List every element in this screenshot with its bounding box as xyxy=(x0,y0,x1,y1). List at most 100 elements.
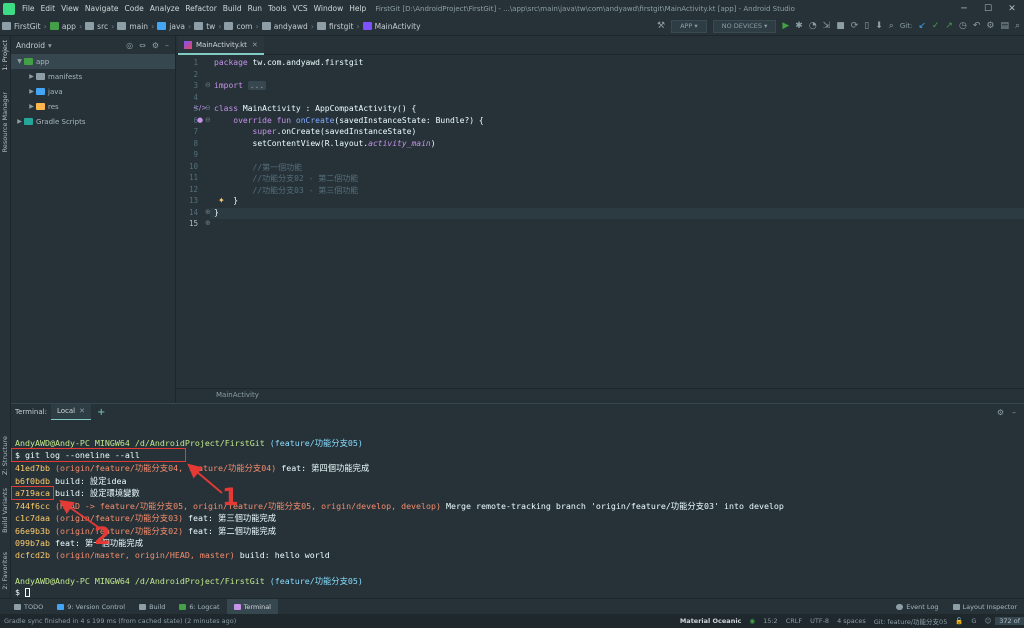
collapse-all-icon[interactable]: ⇔ xyxy=(139,41,146,50)
event-log-button[interactable]: Event Log xyxy=(889,599,945,615)
menu-view[interactable]: View xyxy=(58,4,82,13)
git-push-icon[interactable]: ↗ xyxy=(945,21,953,31)
breadcrumb-firstgit[interactable]: firstgit xyxy=(315,22,355,31)
search-everywhere-icon[interactable]: ⌕ xyxy=(1015,21,1020,31)
build-variants-button[interactable]: Build Variants xyxy=(1,488,9,533)
tab-mainactivity[interactable]: MainActivity.kt ✕ xyxy=(178,36,264,55)
avd-manager-icon[interactable]: ▯ xyxy=(864,21,869,31)
menu-tools[interactable]: Tools xyxy=(265,4,289,13)
todo-button[interactable]: TODO xyxy=(0,599,50,615)
hide-icon[interactable]: – xyxy=(1012,408,1024,417)
breadcrumb-main[interactable]: main xyxy=(115,22,150,31)
menu-edit[interactable]: Edit xyxy=(38,4,59,13)
expand-arrow-icon[interactable]: ▼ xyxy=(15,58,24,65)
build-button[interactable]: Build xyxy=(132,599,172,615)
tree-item-res[interactable]: ▶ res xyxy=(11,99,175,114)
memory-indicator[interactable]: 372 of xyxy=(995,617,1024,625)
project-tool-button[interactable]: 1: Project xyxy=(1,40,9,71)
editor-breadcrumb[interactable]: MainActivity xyxy=(216,391,259,399)
file-encoding[interactable]: UTF-8 xyxy=(806,617,833,625)
layout-inspector-button[interactable]: Layout Inspector xyxy=(946,599,1024,615)
lightbulb-icon[interactable]: ✦ xyxy=(218,196,225,205)
menu-navigate[interactable]: Navigate xyxy=(82,4,122,13)
breadcrumb-com[interactable]: com xyxy=(222,22,254,31)
close-tab-icon[interactable]: ✕ xyxy=(79,407,85,415)
menu-help[interactable]: Help xyxy=(346,4,369,13)
run-icon[interactable]: ▶ xyxy=(782,21,789,31)
breadcrumb-src[interactable]: src xyxy=(83,22,110,31)
favorites-button[interactable]: 2: Favorites xyxy=(1,552,9,590)
terminal-output[interactable]: AndyAWD@Andy-PC MINGW64 /d/AndroidProjec… xyxy=(11,420,1024,598)
breadcrumb-java[interactable]: java xyxy=(155,22,187,31)
hammer-icon[interactable]: ⚒ xyxy=(657,21,665,31)
locate-icon[interactable]: ◎ xyxy=(126,41,133,50)
breadcrumb-app[interactable]: app xyxy=(48,22,78,31)
git-update-icon[interactable]: ↙ xyxy=(918,21,926,31)
search-icon[interactable]: ⌕ xyxy=(889,21,894,31)
terminal-button[interactable]: Terminal xyxy=(226,598,278,615)
gear-icon[interactable]: ⚙ xyxy=(997,408,1012,417)
close-icon[interactable]: ✕ xyxy=(1000,4,1024,14)
terminal-input-line[interactable]: $ xyxy=(15,587,30,597)
logcat-button[interactable]: 6: Logcat xyxy=(172,599,226,615)
gear-icon[interactable]: ⚙ xyxy=(152,41,159,50)
breadcrumb-project[interactable]: FirstGit xyxy=(0,22,43,31)
minimize-icon[interactable]: ─ xyxy=(952,4,976,14)
menu-file[interactable]: File xyxy=(19,4,38,13)
override-icon[interactable]: ● xyxy=(197,116,203,124)
indent-setting[interactable]: 4 spaces xyxy=(833,617,870,625)
menu-window[interactable]: Window xyxy=(311,4,347,13)
menu-build[interactable]: Build xyxy=(220,4,245,13)
collapse-arrow-icon[interactable]: ▶ xyxy=(27,73,36,80)
prompt-branch: (feature/功能分支05) xyxy=(264,438,363,448)
hide-icon[interactable]: – xyxy=(165,41,169,50)
git-history-icon[interactable]: ◷ xyxy=(959,21,967,31)
caret-position[interactable]: 15:2 xyxy=(759,617,782,625)
profile-icon[interactable]: ◔ xyxy=(809,21,817,31)
close-tab-icon[interactable]: ✕ xyxy=(252,41,258,49)
breadcrumb-andyawd[interactable]: andyawd xyxy=(260,22,310,31)
resource-manager-button[interactable]: Resource Manager xyxy=(1,92,9,152)
stop-icon[interactable]: ■ xyxy=(836,21,845,31)
device-dropdown[interactable]: NO DEVICES ▾ xyxy=(712,19,777,33)
tree-item-gradle-scripts[interactable]: ▶ Gradle Scripts xyxy=(11,114,175,129)
tree-item-manifests[interactable]: ▶ manifests xyxy=(11,69,175,84)
git-commit-icon[interactable]: ✓ xyxy=(932,21,940,31)
menu-run[interactable]: Run xyxy=(245,4,265,13)
collapse-arrow-icon[interactable]: ▶ xyxy=(15,118,24,125)
debug-icon[interactable]: ✱ xyxy=(795,21,803,31)
menu-code[interactable]: Code xyxy=(122,4,147,13)
attach-debugger-icon[interactable]: ⇲ xyxy=(823,21,831,31)
git-rollback-icon[interactable]: ↶ xyxy=(973,21,981,31)
tree-item-app[interactable]: ▼ app xyxy=(11,54,175,69)
collapse-arrow-icon[interactable]: ▶ xyxy=(27,88,36,95)
chevron-down-icon[interactable]: ▾ xyxy=(48,41,52,50)
status-message[interactable]: Gradle sync finished in 4 s 199 ms (from… xyxy=(0,617,676,625)
sdk-manager-icon[interactable]: ⬇ xyxy=(875,21,883,31)
theme-indicator[interactable]: Material Oceanic xyxy=(676,617,746,625)
menu-analyze[interactable]: Analyze xyxy=(147,4,183,13)
tree-item-java[interactable]: ▶ java xyxy=(11,84,175,99)
maximize-icon[interactable]: ☐ xyxy=(976,4,1000,14)
lock-icon[interactable]: 🔓 xyxy=(951,617,967,625)
gear-icon[interactable]: ⚙ xyxy=(986,21,994,31)
menu-vcs[interactable]: VCS xyxy=(289,4,310,13)
run-config-dropdown[interactable]: APP ▾ xyxy=(671,19,707,33)
sync-icon[interactable]: ⟳ xyxy=(851,21,859,31)
structure-button[interactable]: Z: Structure xyxy=(1,436,9,475)
folded-imports[interactable]: ... xyxy=(247,81,267,90)
breadcrumb-tw[interactable]: tw xyxy=(192,22,217,31)
collapse-arrow-icon[interactable]: ▶ xyxy=(27,103,36,110)
version-control-button[interactable]: 9: Version Control xyxy=(50,599,132,615)
google-icon[interactable]: G xyxy=(967,617,980,625)
new-terminal-icon[interactable]: + xyxy=(97,407,105,418)
breadcrumb-mainactivity[interactable]: MainActivity xyxy=(361,22,423,31)
menu-refactor[interactable]: Refactor xyxy=(182,4,219,13)
git-branch[interactable]: Git: feature/功能分支05 xyxy=(870,616,952,626)
project-view-selector[interactable]: Android xyxy=(16,41,45,50)
line-separator[interactable]: CRLF xyxy=(782,617,806,625)
tab-local[interactable]: Local ✕ xyxy=(50,403,91,421)
project-structure-icon[interactable]: ▤ xyxy=(1000,21,1009,31)
inspector-icon[interactable]: ☺ xyxy=(980,617,995,625)
code-editor[interactable]: package tw.com.andyawd.firstgit import .… xyxy=(210,55,1024,388)
